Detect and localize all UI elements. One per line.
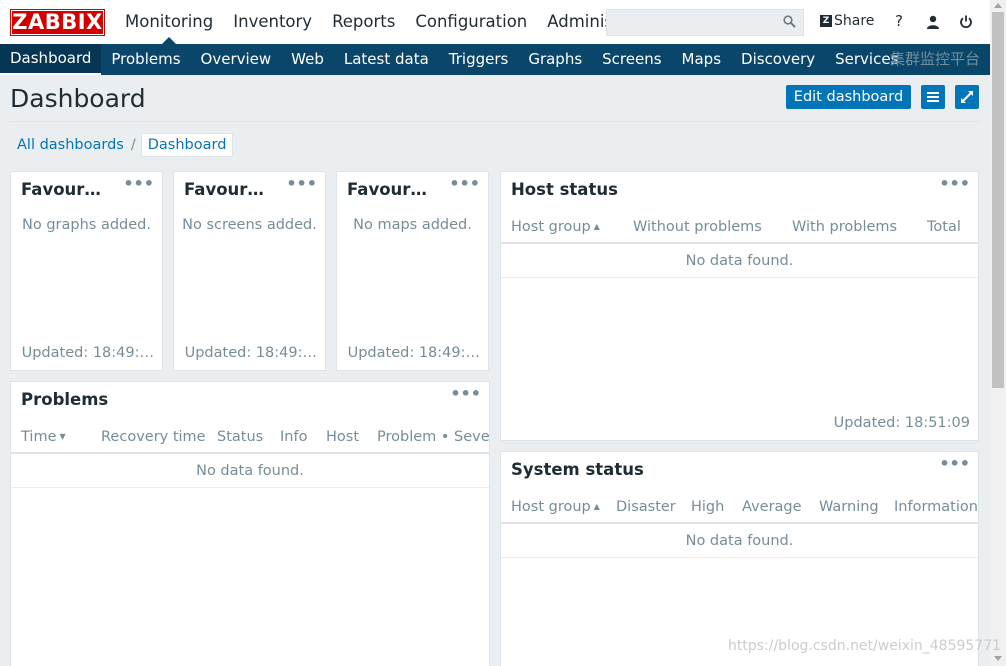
table-header: Host group Without problems With problem… <box>501 210 978 244</box>
column-warning: Warning <box>819 499 879 515</box>
widget-updated-time: Updated: 18:51:09 <box>833 415 970 431</box>
share-label: Share <box>834 13 875 29</box>
column-recovery-time: Recovery time <box>101 429 206 445</box>
top-bar: ZABBIX Monitoring Inventory Reports Conf… <box>0 0 990 44</box>
widget-updated-time: Updated: 18:49:… <box>21 345 154 361</box>
zabbix-share-icon: Z <box>820 15 832 27</box>
widget-title: Problems <box>21 390 109 409</box>
power-icon[interactable] <box>957 12 975 32</box>
widget-menu-icon[interactable]: ••• <box>286 174 317 193</box>
column-host: Host <box>326 429 360 445</box>
no-data-row: No data found. <box>501 524 978 558</box>
widget-empty-text: No graphs added. <box>22 217 151 233</box>
column-host-group[interactable]: Host group <box>511 219 600 235</box>
vertical-scrollbar[interactable] <box>990 0 1006 666</box>
widget-title: Favour… <box>21 180 101 199</box>
breadcrumb-separator: / <box>130 137 136 153</box>
scroll-up-arrow-icon[interactable] <box>994 3 1002 8</box>
search-icon[interactable] <box>783 15 796 28</box>
submenu-screens[interactable]: Screens <box>592 44 671 75</box>
scroll-down-arrow-icon[interactable] <box>994 656 1002 661</box>
watermark: https://blog.csdn.net/weixin_48595771 <box>728 638 1002 654</box>
zabbix-logo[interactable]: ZABBIX <box>10 9 105 36</box>
edit-dashboard-button[interactable]: Edit dashboard <box>786 85 911 109</box>
scrollbar-thumb[interactable] <box>992 12 1004 388</box>
header-divider <box>10 121 980 122</box>
column-status: Status <box>217 429 264 445</box>
top-menu-monitoring[interactable]: Monitoring <box>115 0 223 44</box>
top-menu: Monitoring Inventory Reports Configurati… <box>115 0 607 44</box>
top-menu-reports[interactable]: Reports <box>322 0 405 44</box>
widget-menu-icon[interactable]: ••• <box>939 454 970 473</box>
widget-menu-icon[interactable]: ••• <box>450 384 481 403</box>
user-icon[interactable] <box>924 12 942 32</box>
submenu-latest-data[interactable]: Latest data <box>334 44 439 75</box>
submenu-graphs[interactable]: Graphs <box>518 44 592 75</box>
column-info: Info <box>280 429 308 445</box>
column-host-group[interactable]: Host group <box>511 499 600 515</box>
fullscreen-icon <box>961 91 973 103</box>
widget-empty-text: No maps added. <box>353 217 472 233</box>
widget-empty-text: No screens added. <box>182 217 317 233</box>
top-menu-configuration[interactable]: Configuration <box>405 0 537 44</box>
favourite-maps-widget: Favour… ••• No maps added. Updated: 18:4… <box>336 171 489 371</box>
table-header: Host group Disaster High Average Warning… <box>501 490 978 524</box>
submenu-discovery[interactable]: Discovery <box>731 44 825 75</box>
column-disaster: Disaster <box>616 499 676 515</box>
widget-title: Favour… <box>184 180 264 199</box>
share-button[interactable]: Z Share <box>820 13 874 29</box>
top-menu-inventory[interactable]: Inventory <box>223 0 322 44</box>
widget-menu-icon[interactable]: ••• <box>123 174 154 193</box>
submenu-triggers[interactable]: Triggers <box>439 44 519 75</box>
submenu-maps[interactable]: Maps <box>672 44 731 75</box>
column-average: Average <box>742 499 802 515</box>
table-header: Time Recovery time Status Info Host Prob… <box>11 420 489 454</box>
server-name: 集群监控平台 <box>889 50 980 68</box>
column-time[interactable]: Time <box>21 429 66 445</box>
fullscreen-button[interactable] <box>955 85 979 109</box>
column-problem-severity: Problem • Severi <box>377 429 490 445</box>
search-input[interactable] <box>606 9 804 36</box>
widget-title: System status <box>511 460 644 479</box>
widget-updated-time: Updated: 18:49:… <box>184 345 317 361</box>
widget-updated-time: Updated: 18:49:… <box>347 345 480 361</box>
question-icon[interactable]: ? <box>890 12 908 32</box>
submenu-web[interactable]: Web <box>281 44 334 75</box>
page-title: Dashboard <box>10 84 146 113</box>
top-menu-administration[interactable]: Administra <box>537 0 607 44</box>
favourite-graphs-widget: Favour… ••• No graphs added. Updated: 18… <box>10 171 163 371</box>
submenu-problems[interactable]: Problems <box>101 44 190 75</box>
widget-title: Favour… <box>347 180 427 199</box>
no-data-row: No data found. <box>11 454 489 488</box>
system-status-widget: System status ••• Host group Disaster Hi… <box>500 451 979 666</box>
favourite-screens-widget: Favour… ••• No screens added. Updated: 1… <box>173 171 326 371</box>
breadcrumb-all-dashboards[interactable]: All dashboards <box>10 137 131 153</box>
widget-menu-icon[interactable]: ••• <box>939 174 970 193</box>
widget-menu-icon[interactable]: ••• <box>449 174 480 193</box>
breadcrumb: All dashboards / Dashboard <box>10 133 234 157</box>
problems-widget: Problems ••• Time Recovery time Status I… <box>10 381 490 666</box>
host-status-widget: Host status ••• Host group Without probl… <box>500 171 979 441</box>
column-high: High <box>691 499 725 515</box>
dashboard-menu-button[interactable] <box>921 85 945 109</box>
column-information: Information <box>894 499 978 515</box>
column-with-problems: With problems <box>792 219 898 235</box>
no-data-row: No data found. <box>501 244 978 278</box>
submenu-dashboard[interactable]: Dashboard <box>0 44 102 75</box>
widget-title: Host status <box>511 180 618 199</box>
hamburger-icon <box>927 92 939 102</box>
column-without-problems: Without problems <box>633 219 762 235</box>
submenu-overview[interactable]: Overview <box>191 44 282 75</box>
sub-menu-bar: Dashboard Problems Overview Web Latest d… <box>0 44 990 75</box>
column-total: Total <box>927 219 961 235</box>
breadcrumb-current[interactable]: Dashboard <box>140 133 234 157</box>
